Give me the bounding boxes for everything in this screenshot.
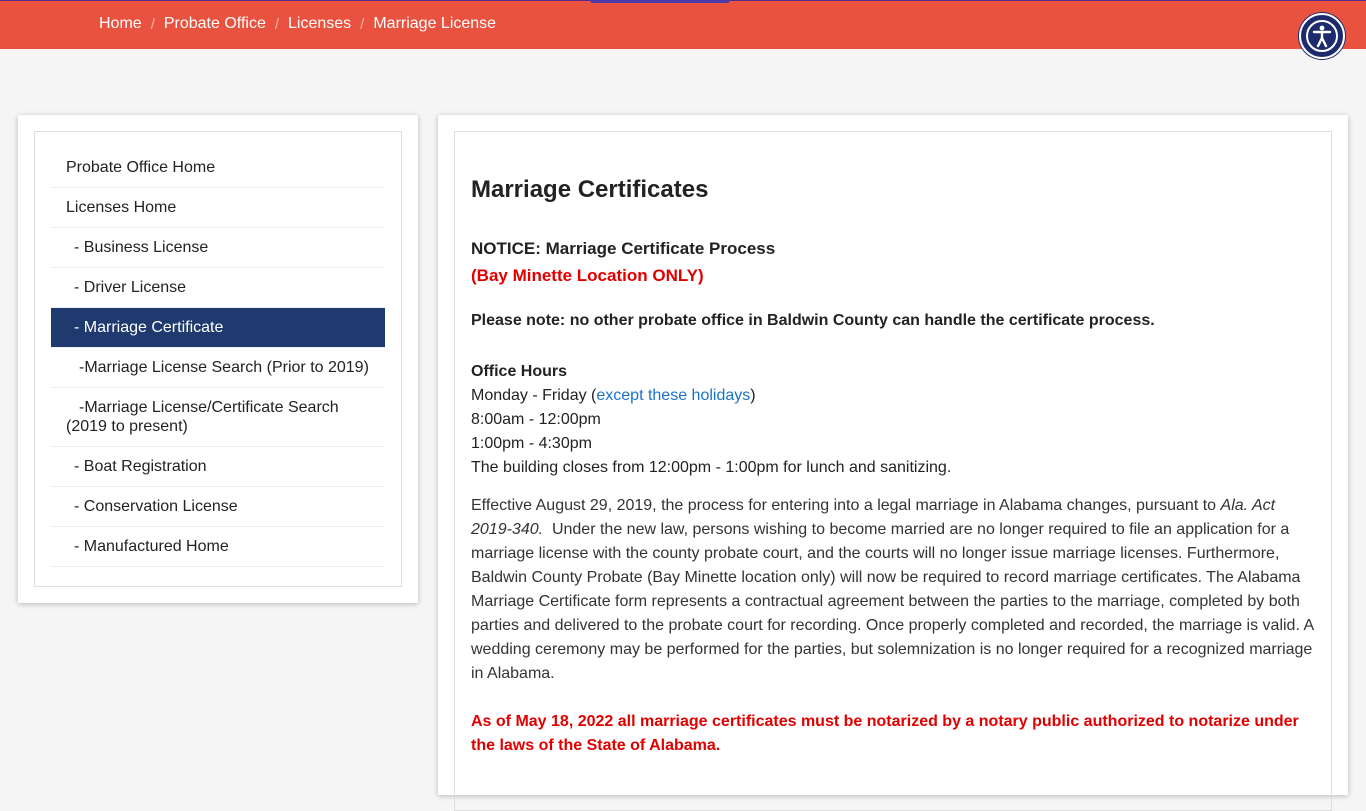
notice-location: (Bay Minette Location ONLY) xyxy=(471,266,704,285)
sidebar-item-probate-office-home[interactable]: Probate Office Home xyxy=(51,148,385,188)
accessibility-icon xyxy=(1306,20,1338,52)
notary-warning: As of May 18, 2022 all marriage certific… xyxy=(471,713,1299,754)
sidebar-item-licenses-home[interactable]: Licenses Home xyxy=(51,188,385,228)
sidebar-frame: Probate Office Home Licenses Home - Busi… xyxy=(34,131,402,587)
sidebar: Probate Office Home Licenses Home - Busi… xyxy=(18,115,418,603)
breadcrumb-separator: / xyxy=(150,15,155,33)
para-rest: Under the new law, persons wishing to be… xyxy=(471,521,1318,682)
hours-afternoon: 1:00pm - 4:30pm xyxy=(471,435,592,452)
sidebar-item-marriage-license-search[interactable]: -Marriage License Search (Prior to 2019) xyxy=(51,348,385,388)
breadcrumb: Home / Probate Office / Licenses / Marri… xyxy=(99,15,496,33)
breadcrumb-probate-office[interactable]: Probate Office xyxy=(164,15,266,33)
holidays-link[interactable]: except these holidays xyxy=(596,387,750,404)
breadcrumb-separator: / xyxy=(274,15,280,33)
sidebar-item-marriage-certificate[interactable]: - Marriage Certificate xyxy=(51,308,385,348)
office-hours-heading: Office Hours xyxy=(471,363,568,380)
office-hours-days: Monday - Friday (except these holidays) xyxy=(471,384,951,408)
note: Please note: no other probate office in … xyxy=(471,312,1155,329)
top-bar: Home / Probate Office / Licenses / Marri… xyxy=(0,0,1366,59)
hours-morning: 8:00am - 12:00pm xyxy=(471,411,601,428)
accessibility-button[interactable] xyxy=(1299,13,1345,59)
sidebar-item-driver-license[interactable]: - Driver License xyxy=(51,268,385,308)
breadcrumb-current: Marriage License xyxy=(373,15,497,32)
notice-heading: NOTICE: Marriage Certificate Process xyxy=(471,239,776,258)
office-hours: Office Hours Monday - Friday (except the… xyxy=(471,360,951,480)
sidebar-item-boat-registration[interactable]: - Boat Registration xyxy=(51,447,385,487)
sidebar-item-conservation-license[interactable]: - Conservation License xyxy=(51,487,385,527)
main-content: Marriage Certificates NOTICE: Marriage C… xyxy=(438,115,1348,811)
sidebar-item-manufactured-home[interactable]: - Manufactured Home xyxy=(51,527,385,567)
days-prefix: Monday - Friday ( xyxy=(471,387,597,404)
top-accent xyxy=(590,0,730,3)
hours-closure: The building closes from 12:00pm - 1:00p… xyxy=(471,459,952,476)
law-paragraph: Effective August 29, 2019, the process f… xyxy=(471,494,1317,686)
breadcrumb-licenses[interactable]: Licenses xyxy=(288,15,351,33)
notice: NOTICE: Marriage Certificate Process (Ba… xyxy=(471,235,775,289)
sidebar-item-business-license[interactable]: - Business License xyxy=(51,228,385,268)
para-prefix: Effective August 29, 2019, the process f… xyxy=(471,497,1221,514)
breadcrumb-separator: / xyxy=(360,15,365,33)
breadcrumb-home[interactable]: Home xyxy=(99,15,142,33)
main-frame: Marriage Certificates NOTICE: Marriage C… xyxy=(454,131,1332,811)
page-title: Marriage Certificates xyxy=(471,176,709,203)
sidebar-item-marriage-certificate-search[interactable]: -Marriage License/Certificate Search (20… xyxy=(51,388,385,447)
days-suffix: ) xyxy=(750,387,756,404)
sidebar-nav: Probate Office Home Licenses Home - Busi… xyxy=(51,148,385,567)
